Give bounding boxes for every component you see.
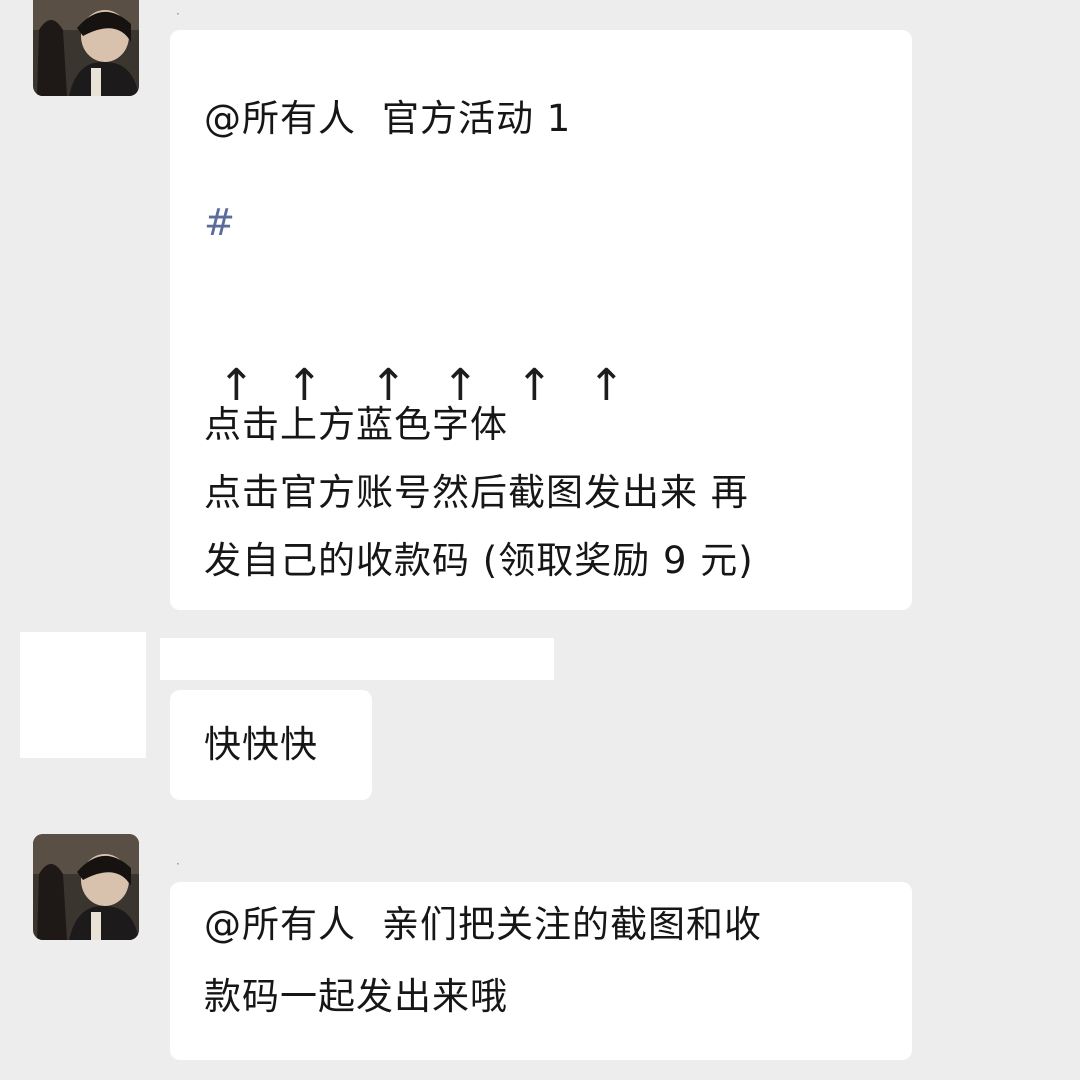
message-line: 点击上方蓝色字体 — [204, 403, 508, 446]
message-line: 点击官方账号然后截图发出来 再 — [204, 471, 749, 514]
chat-area: · @所有人 官方活动 1 ↑ ↑ ↑ ↑ ↑ ↑ 点击上方蓝色字体 点击官方账号… — [0, 0, 1080, 1080]
message-line: @所有人 亲们把关注的截图和收 — [204, 892, 762, 958]
message-bubble[interactable]: @所有人 亲们把关注的截图和收 款码一起发出来哦 — [170, 882, 912, 1060]
up-arrow-icon: ↑ — [516, 360, 554, 411]
up-arrow-icon: ↑ — [588, 360, 626, 411]
hashtag-link[interactable]: # — [204, 199, 235, 247]
sender-name-redacted — [160, 638, 554, 680]
avatar[interactable] — [33, 834, 139, 940]
message-line: 款码一起发出来哦 — [204, 975, 508, 1018]
message-title: 官方活动 1 — [382, 97, 572, 140]
avatar-photo-icon — [33, 0, 139, 96]
message-text: 亲们把关注的截图和收 — [382, 903, 762, 946]
message-text: 快快快 — [204, 723, 318, 766]
redacted-topic — [236, 193, 338, 245]
sender-name: · — [176, 7, 180, 21]
avatar[interactable] — [33, 0, 139, 96]
sender-name: · — [176, 857, 180, 871]
mention-tag[interactable]: @所有人 — [204, 903, 356, 946]
message-bubble[interactable]: 快快快 — [170, 690, 372, 800]
message-heading: @所有人 官方活动 1 — [204, 86, 571, 152]
message-bubble[interactable]: @所有人 官方活动 1 ↑ ↑ ↑ ↑ ↑ ↑ 点击上方蓝色字体 点击官方账号然后… — [170, 30, 912, 610]
message-line: 发自己的收款码 (领取奖励 9 元) — [204, 539, 754, 582]
avatar-redacted-icon[interactable] — [20, 632, 146, 758]
mention-tag[interactable]: @所有人 — [204, 97, 356, 140]
avatar-photo-icon — [33, 834, 139, 940]
